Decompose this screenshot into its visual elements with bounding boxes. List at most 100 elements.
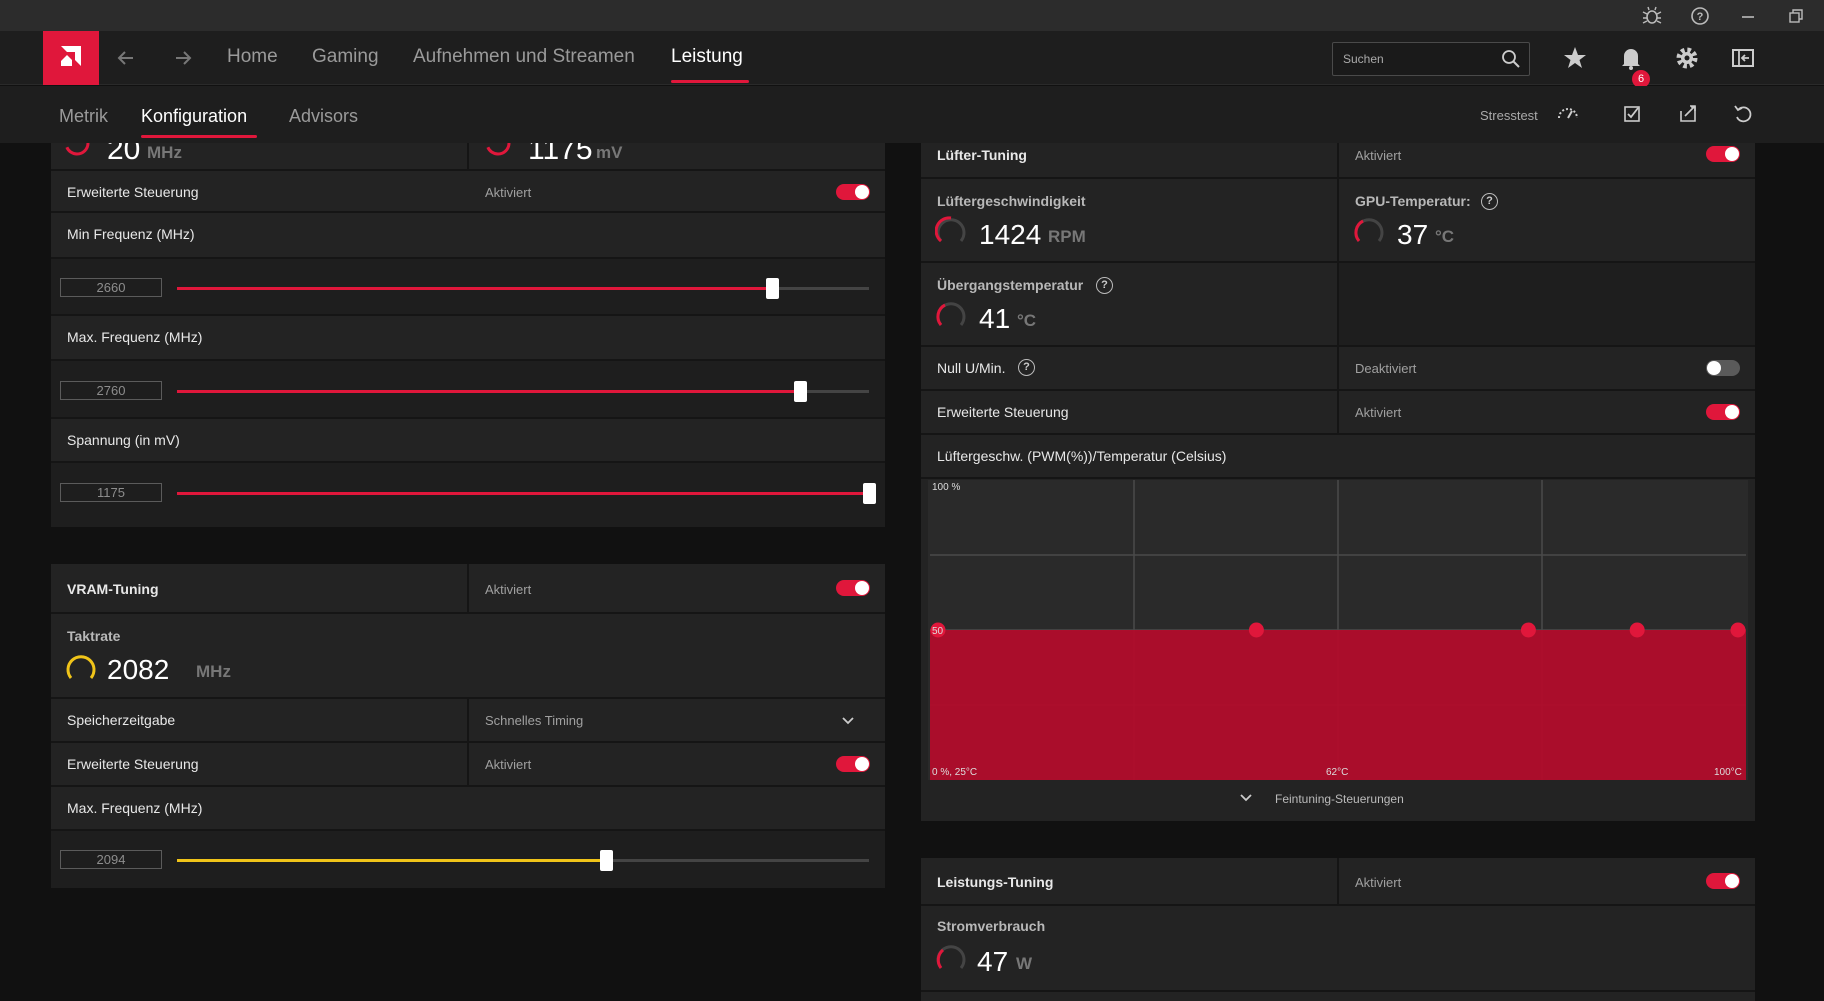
max-freq-slider[interactable] <box>177 381 869 402</box>
settings-gear-icon[interactable] <box>1672 43 1702 73</box>
fan-curve-svg[interactable] <box>928 480 1748 780</box>
gpu-temp-help-icon[interactable]: ? <box>1481 193 1498 210</box>
zero-rpm-toggle[interactable] <box>1706 360 1740 376</box>
chevron-down-icon[interactable] <box>841 714 855 728</box>
chart-origin-label: 0 %, 25°C <box>932 767 978 778</box>
nav-home[interactable]: Home <box>227 46 278 68</box>
zero-rpm-help-icon[interactable]: ? <box>1018 359 1035 376</box>
gpu-advanced-control-status: Aktiviert <box>485 185 532 200</box>
chart-y-mid-label: 50 <box>932 626 944 637</box>
max-freq-slider-thumb[interactable] <box>793 381 807 402</box>
nav-streaming[interactable]: Aufnehmen und Streamen <box>413 46 635 68</box>
fan-curve-point[interactable] <box>1248 622 1264 638</box>
export-icon[interactable] <box>1676 102 1700 126</box>
back-arrow-icon[interactable] <box>111 43 141 73</box>
fan-tuning-title: Lüfter-Tuning <box>937 147 1027 163</box>
stresstest-gauge-icon[interactable] <box>1556 102 1580 126</box>
zero-rpm-row: Null U/Min. ? Deaktiviert <box>921 347 1755 391</box>
fan-advanced-control-status: Aktiviert <box>1355 405 1402 420</box>
title-bar: ? <box>0 0 1824 31</box>
junction-temp-help-icon[interactable]: ? <box>1096 277 1113 294</box>
divider <box>467 743 469 787</box>
favorites-star-icon[interactable] <box>1560 43 1590 73</box>
power-tuning-panel: Leistungs-Tuning Aktiviert Stromverbrauc… <box>921 858 1755 1001</box>
chevron-down-icon[interactable] <box>1239 791 1253 805</box>
gpu-clock-partial-unit: MHz <box>147 143 182 162</box>
vram-max-freq-value-input[interactable]: 2094 <box>60 850 162 869</box>
forward-arrow-icon[interactable] <box>168 43 198 73</box>
stresstest-label[interactable]: Stresstest <box>1480 108 1538 123</box>
junction-temp-row: Übergangstemperatur ? 41 °C <box>921 263 1755 347</box>
divider <box>1337 143 1339 179</box>
fan-curve-point[interactable] <box>1629 622 1645 638</box>
max-freq-label: Max. Frequenz (MHz) <box>67 329 203 345</box>
gpu-clock-gauge-icon <box>64 143 90 156</box>
vram-clock-gauge-icon <box>66 655 96 679</box>
memory-timing-row: Speicherzeitgabe Schnelles Timing <box>51 699 885 743</box>
fan-advanced-control-toggle[interactable] <box>1706 404 1740 420</box>
zero-rpm-label: Null U/Min. <box>937 360 1006 376</box>
voltage-slider[interactable] <box>177 483 876 504</box>
fan-curve-chart[interactable]: 100 % 50 0 %, 25°C 62°C 100°C <box>928 480 1748 780</box>
nav-gaming[interactable]: Gaming <box>312 46 379 68</box>
gpu-temp-value: 37 <box>1397 219 1429 250</box>
fan-advanced-control-row: Erweiterte Steuerung Aktiviert <box>921 391 1755 435</box>
power-consumption-label: Stromverbrauch <box>937 918 1046 934</box>
help-icon[interactable]: ? <box>1688 4 1712 28</box>
nav-active-indicator <box>671 80 749 83</box>
max-freq-value-input[interactable]: 2760 <box>60 381 162 400</box>
min-freq-slider-thumb[interactable] <box>766 278 780 299</box>
tab-active-indicator <box>141 135 257 138</box>
min-freq-slider[interactable] <box>177 278 869 299</box>
sub-navigation: Metrik Konfiguration Advisors Stresstest <box>0 86 1824 143</box>
vram-max-freq-slider-thumb[interactable] <box>600 850 614 871</box>
fan-metrics-row: Lüftergeschwindigkeit 1424 RPM GPU-Tempe… <box>921 179 1755 263</box>
vram-advanced-control-toggle[interactable] <box>836 756 870 772</box>
tab-advisors[interactable]: Advisors <box>289 106 358 127</box>
nav-performance[interactable]: Leistung <box>671 46 743 68</box>
memory-timing-label: Speicherzeitgabe <box>67 712 176 728</box>
fine-tune-controls-toggle[interactable]: Feintuning-Steuerungen <box>1275 792 1404 806</box>
vram-toggle[interactable] <box>836 580 870 596</box>
fan-tuning-toggle[interactable] <box>1706 146 1740 162</box>
junction-temp-gauge-icon <box>936 302 966 326</box>
search-box[interactable] <box>1332 42 1530 76</box>
tab-metrics[interactable]: Metrik <box>59 106 108 127</box>
vram-advanced-control-row: Erweiterte Steuerung Aktiviert <box>51 743 885 787</box>
voltage-slider-thumb[interactable] <box>863 483 876 504</box>
restore-icon[interactable] <box>1784 4 1808 28</box>
reset-icon[interactable] <box>1731 102 1755 126</box>
gpu-advanced-control-toggle[interactable] <box>836 184 870 200</box>
min-freq-value-input[interactable]: 2660 <box>60 278 162 297</box>
fan-advanced-control-label: Erweiterte Steuerung <box>937 404 1069 420</box>
fan-curve-label: Lüftergeschw. (PWM(%))/Temperatur (Celsi… <box>937 448 1227 464</box>
svg-text:?: ? <box>1697 11 1704 23</box>
max-freq-slider-row: 2760 <box>51 361 885 419</box>
voltage-slider-row: 1175 <box>51 463 885 527</box>
power-consumption-value: 47 <box>977 946 1009 977</box>
search-icon[interactable] <box>1501 49 1521 69</box>
chart-y-max-label: 100 % <box>932 482 961 493</box>
vram-max-freq-slider[interactable] <box>177 850 869 871</box>
memory-timing-select[interactable]: Schnelles Timing <box>485 713 583 728</box>
power-tuning-toggle[interactable] <box>1706 873 1740 889</box>
notifications-bell-icon[interactable] <box>1616 43 1646 73</box>
fan-curve-point[interactable] <box>1520 622 1536 638</box>
minimize-icon[interactable] <box>1736 4 1760 28</box>
tab-configuration[interactable]: Konfiguration <box>141 106 247 127</box>
junction-temp-unit: °C <box>1017 311 1037 330</box>
apply-changes-icon[interactable] <box>1620 102 1644 126</box>
search-input[interactable] <box>1343 50 1493 68</box>
bug-report-icon[interactable] <box>1640 4 1664 28</box>
vram-clock-unit: MHz <box>196 662 231 681</box>
gpu-temp-unit: °C <box>1435 227 1455 246</box>
voltage-value-input[interactable]: 1175 <box>60 483 162 502</box>
divider <box>1337 391 1339 435</box>
fan-tuning-status: Aktiviert <box>1355 148 1402 163</box>
power-tuning-title: Leistungs-Tuning <box>937 874 1054 890</box>
gpu-tuning-panel: 20 MHz 1175 mV Erweiterte Steuerung Akti… <box>51 143 885 527</box>
amd-logo[interactable] <box>43 31 99 85</box>
sidebar-toggle-icon[interactable] <box>1728 43 1758 73</box>
fan-curve-point[interactable] <box>1730 622 1746 638</box>
min-freq-slider-row: 2660 <box>51 259 885 316</box>
